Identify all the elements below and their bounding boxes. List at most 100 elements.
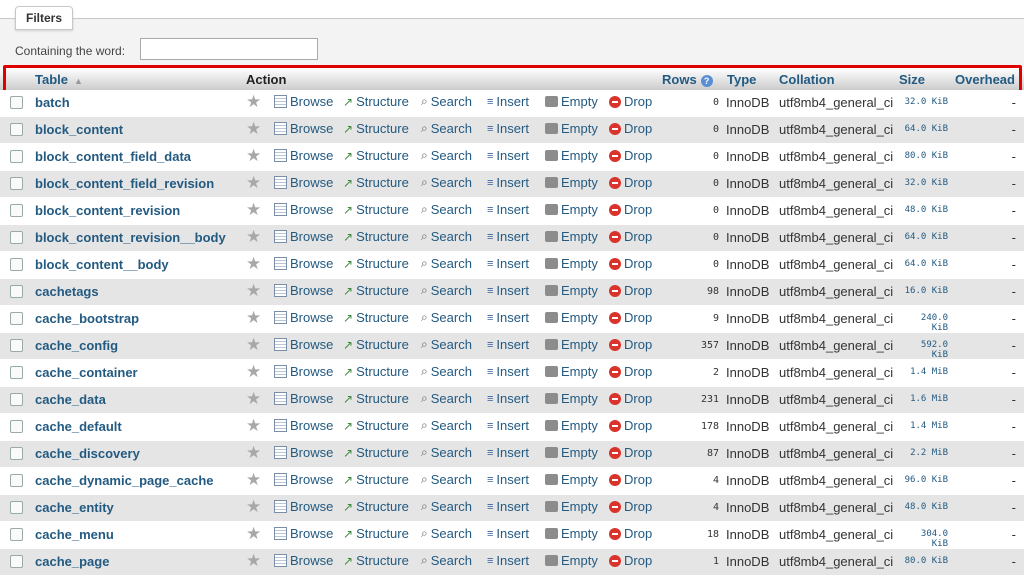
structure-action[interactable]: ↗ Structure — [343, 229, 409, 244]
star-icon[interactable]: ★ — [246, 470, 261, 490]
insert-action[interactable]: ≡ Insert — [487, 445, 529, 460]
structure-action[interactable]: ↗ Structure — [343, 121, 409, 136]
table-name-link[interactable]: cache_entity — [35, 500, 114, 515]
structure-action[interactable]: ↗ Structure — [343, 337, 409, 352]
drop-action[interactable]: Drop — [609, 364, 652, 379]
insert-action[interactable]: ≡ Insert — [487, 553, 529, 568]
search-action[interactable]: ⌕ Search — [421, 499, 472, 514]
table-name-link[interactable]: block_content_field_revision — [35, 176, 214, 191]
structure-action[interactable]: ↗ Structure — [343, 445, 409, 460]
drop-action[interactable]: Drop — [609, 256, 652, 271]
empty-action[interactable]: Empty — [545, 499, 598, 514]
browse-action[interactable]: Browse — [274, 202, 333, 217]
drop-action[interactable]: Drop — [609, 310, 652, 325]
table-size-link[interactable]: 1.4 MiB — [900, 421, 948, 431]
search-action[interactable]: ⌕ Search — [421, 526, 472, 541]
star-icon[interactable]: ★ — [246, 551, 261, 571]
column-header-table[interactable]: Table ▲ — [35, 72, 83, 87]
browse-action[interactable]: Browse — [274, 283, 333, 298]
insert-action[interactable]: ≡ Insert — [487, 499, 529, 514]
structure-action[interactable]: ↗ Structure — [343, 364, 409, 379]
table-size-link[interactable]: 32.0 KiB — [900, 178, 948, 188]
table-size-link[interactable]: 80.0 KiB — [900, 556, 948, 566]
browse-action[interactable]: Browse — [274, 391, 333, 406]
search-action[interactable]: ⌕ Search — [421, 445, 472, 460]
row-checkbox[interactable] — [10, 258, 23, 271]
table-name-link[interactable]: cache_data — [35, 392, 106, 407]
row-checkbox[interactable] — [10, 231, 23, 244]
row-checkbox[interactable] — [10, 528, 23, 541]
structure-action[interactable]: ↗ Structure — [343, 526, 409, 541]
table-name-link[interactable]: cache_default — [35, 419, 122, 434]
empty-action[interactable]: Empty — [545, 94, 598, 109]
table-name-link[interactable]: block_content__body — [35, 257, 169, 272]
search-action[interactable]: ⌕ Search — [421, 472, 472, 487]
table-size-link[interactable]: 1.6 MiB — [900, 394, 948, 404]
drop-action[interactable]: Drop — [609, 229, 652, 244]
row-checkbox[interactable] — [10, 555, 23, 568]
structure-action[interactable]: ↗ Structure — [343, 148, 409, 163]
browse-action[interactable]: Browse — [274, 472, 333, 487]
drop-action[interactable]: Drop — [609, 553, 652, 568]
table-size-link[interactable]: 48.0 KiB — [900, 502, 948, 512]
browse-action[interactable]: Browse — [274, 445, 333, 460]
row-checkbox[interactable] — [10, 150, 23, 163]
structure-action[interactable]: ↗ Structure — [343, 256, 409, 271]
structure-action[interactable]: ↗ Structure — [343, 472, 409, 487]
table-size-link[interactable]: 2.2 MiB — [900, 448, 948, 458]
empty-action[interactable]: Empty — [545, 445, 598, 460]
insert-action[interactable]: ≡ Insert — [487, 310, 529, 325]
browse-action[interactable]: Browse — [274, 310, 333, 325]
search-action[interactable]: ⌕ Search — [421, 364, 472, 379]
structure-action[interactable]: ↗ Structure — [343, 418, 409, 433]
insert-action[interactable]: ≡ Insert — [487, 337, 529, 352]
browse-action[interactable]: Browse — [274, 364, 333, 379]
star-icon[interactable]: ★ — [246, 146, 261, 166]
row-checkbox[interactable] — [10, 447, 23, 460]
search-action[interactable]: ⌕ Search — [421, 229, 472, 244]
row-checkbox[interactable] — [10, 312, 23, 325]
table-size-link[interactable]: 64.0 KiB — [900, 124, 948, 134]
drop-action[interactable]: Drop — [609, 202, 652, 217]
insert-action[interactable]: ≡ Insert — [487, 364, 529, 379]
table-name-link[interactable]: cache_discovery — [35, 446, 140, 461]
insert-action[interactable]: ≡ Insert — [487, 526, 529, 541]
browse-action[interactable]: Browse — [274, 256, 333, 271]
drop-action[interactable]: Drop — [609, 148, 652, 163]
row-checkbox[interactable] — [10, 285, 23, 298]
empty-action[interactable]: Empty — [545, 121, 598, 136]
empty-action[interactable]: Empty — [545, 337, 598, 352]
insert-action[interactable]: ≡ Insert — [487, 121, 529, 136]
empty-action[interactable]: Empty — [545, 472, 598, 487]
table-name-link[interactable]: cache_page — [35, 554, 109, 569]
browse-action[interactable]: Browse — [274, 94, 333, 109]
table-size-link[interactable]: 240.0 KiB — [900, 313, 948, 333]
empty-action[interactable]: Empty — [545, 526, 598, 541]
row-checkbox[interactable] — [10, 177, 23, 190]
empty-action[interactable]: Empty — [545, 148, 598, 163]
empty-action[interactable]: Empty — [545, 175, 598, 190]
search-action[interactable]: ⌕ Search — [421, 148, 472, 163]
star-icon[interactable]: ★ — [246, 497, 261, 517]
star-icon[interactable]: ★ — [246, 308, 261, 328]
drop-action[interactable]: Drop — [609, 94, 652, 109]
search-action[interactable]: ⌕ Search — [421, 391, 472, 406]
table-size-link[interactable]: 64.0 KiB — [900, 232, 948, 242]
browse-action[interactable]: Browse — [274, 337, 333, 352]
insert-action[interactable]: ≡ Insert — [487, 418, 529, 433]
search-action[interactable]: ⌕ Search — [421, 94, 472, 109]
table-name-link[interactable]: block_content_revision__body — [35, 230, 226, 245]
star-icon[interactable]: ★ — [246, 335, 261, 355]
insert-action[interactable]: ≡ Insert — [487, 175, 529, 190]
structure-action[interactable]: ↗ Structure — [343, 310, 409, 325]
column-header-type[interactable]: Type — [727, 72, 756, 87]
table-name-link[interactable]: block_content — [35, 122, 123, 137]
browse-action[interactable]: Browse — [274, 175, 333, 190]
table-name-link[interactable]: cache_menu — [35, 527, 114, 542]
structure-action[interactable]: ↗ Structure — [343, 553, 409, 568]
table-size-link[interactable]: 80.0 KiB — [900, 151, 948, 161]
row-checkbox[interactable] — [10, 474, 23, 487]
insert-action[interactable]: ≡ Insert — [487, 256, 529, 271]
drop-action[interactable]: Drop — [609, 175, 652, 190]
empty-action[interactable]: Empty — [545, 391, 598, 406]
